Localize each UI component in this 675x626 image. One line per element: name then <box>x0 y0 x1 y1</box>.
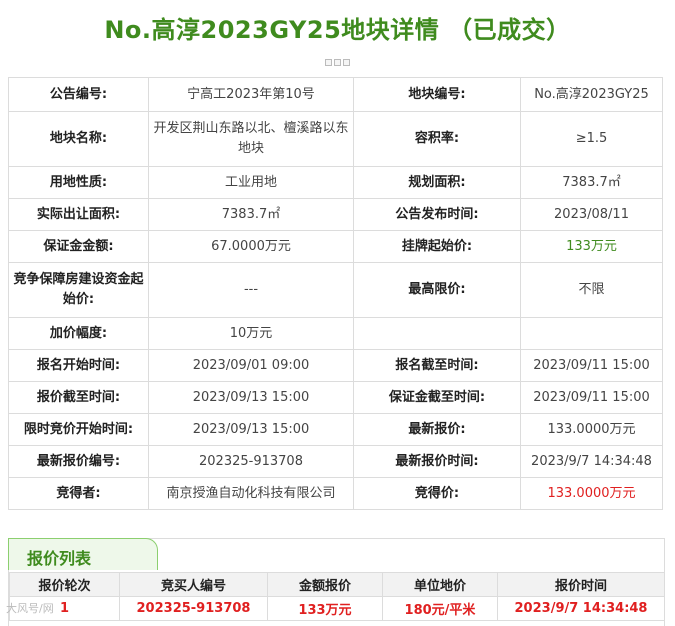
bidder-no-cell: 202325-913708 <box>119 596 268 621</box>
table-row: 1 202325-913708 133万元 180元/平米 2023/9/7 1… <box>9 596 665 621</box>
housing-fund-label: 竞争保障房建设资金起始价: <box>8 262 149 318</box>
bid-list-tab[interactable]: 报价列表 <box>8 538 158 570</box>
bid-round-header: 报价轮次 <box>9 572 120 597</box>
reg-start-value: 2023/09/01 09:00 <box>148 349 354 382</box>
latest-bid-time-value: 2023/9/7 14:34:48 <box>520 445 663 478</box>
pager-dot[interactable] <box>334 59 341 66</box>
publish-time-value: 2023/08/11 <box>520 198 663 231</box>
transfer-area-label: 实际出让面积: <box>8 198 149 231</box>
plot-name-label: 地块名称: <box>8 111 149 167</box>
reg-end-label: 报名截至时间: <box>353 349 521 382</box>
planned-area-label: 规划面积: <box>353 166 521 199</box>
bid-end-label: 报价截至时间: <box>8 381 149 414</box>
latest-bid-no-value: 202325-913708 <box>148 445 354 478</box>
reg-start-label: 报名开始时间: <box>8 349 149 382</box>
bid-list-panel: 报价列表 报价轮次 竞买人编号 金额报价 单位地价 报价时间 1 202325-… <box>8 538 665 626</box>
latest-price-value: 133.0000万元 <box>520 413 663 446</box>
deposit-value: 67.0000万元 <box>148 230 354 263</box>
planned-area-value: 7383.7㎡ <box>520 166 663 199</box>
plot-no-value: No.高淳2023GY25 <box>520 77 663 112</box>
latest-price-label: 最新报价: <box>353 413 521 446</box>
start-price-value: 133万元 <box>520 230 663 263</box>
land-use-value: 工业用地 <box>148 166 354 199</box>
plot-no-label: 地块编号: <box>353 77 521 112</box>
unit-price-header: 单位地价 <box>382 572 498 597</box>
winner-value: 南京授渔自动化科技有限公司 <box>148 477 354 510</box>
start-price-label: 挂牌起始价: <box>353 230 521 263</box>
max-price-value: 不限 <box>520 262 663 318</box>
plot-name-value: 开发区荆山东路以北、檀溪路以东地块 <box>148 111 354 167</box>
publish-time-label: 公告发布时间: <box>353 198 521 231</box>
far-label: 容积率: <box>353 111 521 167</box>
bid-amount-header: 金额报价 <box>267 572 383 597</box>
pager-dot[interactable] <box>343 59 350 66</box>
timed-start-label: 限时竞价开始时间: <box>8 413 149 446</box>
pager-dot[interactable] <box>325 59 332 66</box>
latest-bid-time-label: 最新报价时间: <box>353 445 521 478</box>
bid-list-table: 报价轮次 竞买人编号 金额报价 单位地价 报价时间 1 202325-91370… <box>9 572 665 621</box>
bid-time-cell: 2023/9/7 14:34:48 <box>497 596 665 621</box>
land-use-label: 用地性质: <box>8 166 149 199</box>
bidder-no-header: 竞买人编号 <box>119 572 268 597</box>
announcement-no-value: 宁高工2023年第10号 <box>148 77 354 112</box>
deposit-end-label: 保证金截至时间: <box>353 381 521 414</box>
deposit-label: 保证金金额: <box>8 230 149 263</box>
page-title: No.高淳2023GY25地块详情 （已成交） <box>104 16 571 44</box>
announcement-no-label: 公告编号: <box>8 77 149 112</box>
increment-value: 10万元 <box>148 317 354 350</box>
deposit-end-value: 2023/09/11 15:00 <box>520 381 663 414</box>
winning-price-label: 竞得价: <box>353 477 521 510</box>
winner-label: 竞得者: <box>8 477 149 510</box>
timed-start-value: 2023/09/13 15:00 <box>148 413 354 446</box>
increment-label: 加价幅度: <box>8 317 149 350</box>
latest-bid-no-label: 最新报价编号: <box>8 445 149 478</box>
empty-cell <box>353 317 521 350</box>
transfer-area-value: 7383.7㎡ <box>148 198 354 231</box>
empty-cell <box>520 317 663 350</box>
bid-time-header: 报价时间 <box>497 572 665 597</box>
bid-amount-cell: 133万元 <box>267 596 383 621</box>
far-value: ≥1.5 <box>520 111 663 167</box>
housing-fund-value: --- <box>148 262 354 318</box>
plot-detail-table: 公告编号: 宁高工2023年第10号 地块编号: No.高淳2023GY25 地… <box>8 77 663 510</box>
watermark: 大风号/网 <box>6 602 54 615</box>
bid-end-value: 2023/09/13 15:00 <box>148 381 354 414</box>
pager-dots <box>0 55 675 70</box>
reg-end-value: 2023/09/11 15:00 <box>520 349 663 382</box>
winning-price-value: 133.0000万元 <box>520 477 663 510</box>
unit-price-cell: 180元/平米 <box>382 596 498 621</box>
max-price-label: 最高限价: <box>353 262 521 318</box>
